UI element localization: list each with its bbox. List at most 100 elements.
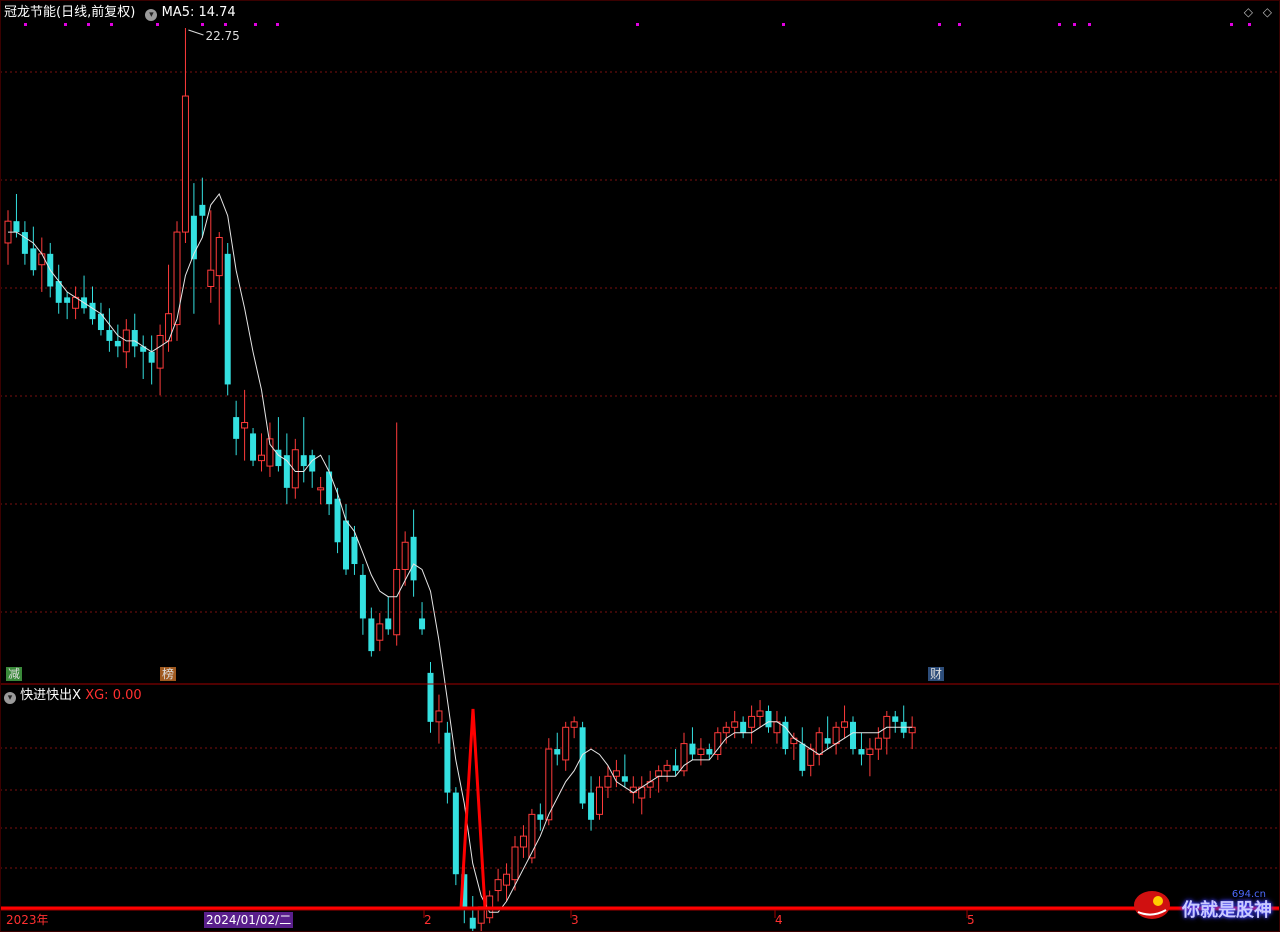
marker-dot: [201, 23, 204, 26]
indicator-grid: [0, 747, 1280, 869]
candle-body: [427, 672, 434, 722]
xg-signal: [0, 708, 1280, 910]
candle-body: [452, 792, 459, 875]
candle-body: [215, 237, 223, 277]
diamond-icon[interactable]: ◇: [1244, 5, 1253, 19]
candle-body: [401, 541, 409, 570]
candle-body: [233, 417, 240, 439]
candle-body: [419, 618, 426, 630]
x-label-year: 2023年: [6, 913, 49, 927]
ma-value: 14.74: [198, 5, 236, 20]
candlestick-series[interactable]: [4, 28, 916, 932]
candle-body: [748, 715, 756, 728]
candle-body: [368, 618, 375, 652]
candle-body: [545, 748, 553, 821]
collapse-icon[interactable]: ▾: [4, 692, 16, 704]
candle-body: [874, 737, 882, 750]
candle-body: [612, 770, 620, 777]
marker-dot: [938, 23, 941, 26]
candle-body: [672, 765, 679, 771]
tag-list-label: 榜: [162, 667, 175, 681]
marker-dot: [156, 23, 159, 26]
candle-body: [317, 487, 325, 491]
candle-body: [89, 302, 96, 320]
price-annotations: 22.7511.21: [188, 29, 240, 43]
candle-body: [351, 536, 358, 565]
candle-body: [689, 743, 696, 755]
tag-finance[interactable]: 财: [928, 667, 945, 681]
candle-body: [64, 297, 71, 303]
candle-body: [376, 623, 384, 641]
candle-body: [181, 95, 189, 233]
candle-body: [832, 726, 840, 745]
candle-body: [740, 721, 747, 733]
candle-body: [663, 764, 671, 772]
tag-reduce[interactable]: 减: [6, 667, 23, 681]
marker-dot: [87, 23, 90, 26]
diamond-icon[interactable]: ◇: [1263, 5, 1272, 19]
indicator-name: 快进快出X: [20, 688, 82, 703]
candle-body: [697, 748, 705, 755]
candle-body: [199, 204, 206, 216]
candle-body: [469, 917, 476, 929]
candle-body: [858, 749, 865, 755]
high-arrow: [188, 29, 204, 36]
tag-list[interactable]: 榜: [160, 667, 177, 681]
candle-body: [722, 726, 730, 734]
candle-body: [207, 269, 215, 287]
watermark-logo-icon: [1134, 891, 1170, 919]
x-label-month-5: 5: [967, 913, 975, 927]
candle-body: [570, 721, 578, 728]
marker-dot: [1248, 23, 1251, 26]
candle-body: [385, 618, 392, 630]
marker-dot: [24, 23, 27, 26]
candle-body: [655, 770, 663, 777]
candle-body: [908, 726, 916, 734]
tag-reduce-label: 减: [8, 667, 21, 681]
stock-name: 冠龙节能: [4, 5, 57, 20]
marker-dot: [636, 23, 639, 26]
main-header: 冠龙节能(日线,前复权) ▾ MA5: 14.74: [4, 5, 236, 21]
candle-body: [13, 221, 20, 233]
candle-body: [680, 743, 688, 772]
candle-body: [841, 721, 849, 728]
candle-body: [114, 340, 121, 347]
tag-finance-label: 财: [930, 667, 943, 681]
marker-dot: [1073, 23, 1076, 26]
top-markers: [24, 23, 1251, 26]
candle-body: [579, 727, 586, 804]
indicator-header: ▾ 快进快出X XG: 0.00: [4, 688, 142, 704]
watermark-text: 你就是股神: [1182, 900, 1272, 921]
candle-body: [621, 776, 628, 782]
candle-body: [503, 873, 511, 886]
candle-body: [241, 422, 249, 429]
candle-body: [850, 721, 856, 750]
candle-body: [131, 330, 138, 347]
period-label: (日线,前复权): [56, 5, 136, 20]
candle-body: [554, 749, 561, 755]
candle-body: [250, 433, 257, 461]
marker-dot: [224, 23, 227, 26]
candle-body: [258, 454, 265, 462]
marker-dot: [254, 23, 257, 26]
ma-label: MA5:: [161, 5, 195, 20]
candle-body: [519, 835, 527, 848]
candle-body: [765, 710, 772, 728]
stock-chart[interactable]: 22.7511.21: [0, 0, 1280, 932]
marker-dot: [276, 23, 279, 26]
x-label-month-3: 3: [571, 913, 579, 927]
candle-body: [866, 748, 874, 755]
high-label: 22.75: [205, 29, 239, 43]
settings-icons: ◇ ◇: [1244, 4, 1272, 20]
candle-body: [165, 313, 173, 342]
marker-dot: [1230, 23, 1233, 26]
candle-body: [588, 792, 595, 820]
candle-body: [444, 732, 451, 793]
collapse-icon[interactable]: ▾: [145, 9, 158, 21]
candle-body: [756, 710, 764, 717]
candle-body: [511, 846, 519, 881]
marker-dot: [1088, 23, 1091, 26]
xg-value: 0.00: [112, 688, 142, 703]
x-label-cursor-date: 2024/01/02/二: [204, 912, 294, 928]
candle-body: [494, 879, 502, 892]
